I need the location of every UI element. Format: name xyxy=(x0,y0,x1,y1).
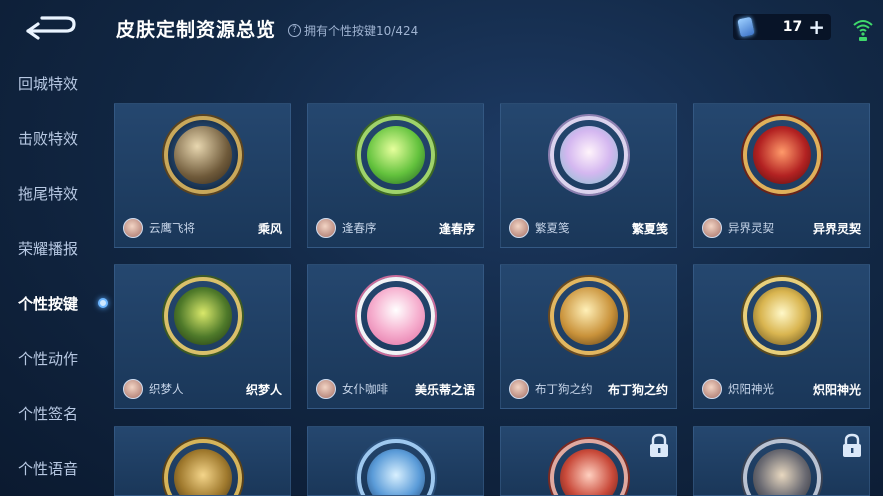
sun-emblem-icon xyxy=(742,277,821,355)
sidebar-item-custom-signature[interactable]: 个性签名 xyxy=(0,386,112,440)
skin-set-name: 织梦人 xyxy=(245,382,282,397)
dark-orb-icon xyxy=(742,439,821,495)
sidebar-item-label: 个性签名 xyxy=(18,404,79,423)
skin-set-name: 逢春序 xyxy=(438,221,475,236)
avatar xyxy=(509,379,529,399)
back-arrow-icon[interactable] xyxy=(22,12,78,42)
sidebar-item-custom-actions[interactable]: 个性动作 xyxy=(0,331,112,385)
hero-skin-name: 云鹰飞将 xyxy=(149,221,195,235)
sidebar-item-label: 荣耀播报 xyxy=(18,239,79,258)
skin-tile[interactable]: 布丁狗之约 布丁狗之约 xyxy=(500,264,677,409)
sidebar-item-custom-voice[interactable]: 个性语音 xyxy=(0,441,112,495)
lock-icon xyxy=(843,433,861,457)
page-title: 皮肤定制资源总览 xyxy=(116,19,277,41)
gold-ring-icon xyxy=(549,277,628,355)
skin-card-icon xyxy=(737,16,755,38)
skin-tile[interactable] xyxy=(693,426,870,496)
tile-footer: 云鹰飞将 乘风 xyxy=(115,209,290,247)
skin-set-name: 美乐蒂之语 xyxy=(414,382,475,397)
skin-tile[interactable]: 逢春序 逢春序 xyxy=(307,103,484,248)
avatar xyxy=(316,379,336,399)
currency-value: 17 xyxy=(782,19,803,35)
blue-blade-icon xyxy=(356,439,435,495)
sidebar-item-label: 拖尾特效 xyxy=(18,184,79,203)
avatar xyxy=(702,218,722,238)
skin-tile[interactable]: 炽阳神光 炽阳神光 xyxy=(693,264,870,409)
lock-icon xyxy=(650,433,668,457)
tile-footer: 炽阳神光 炽阳神光 xyxy=(694,370,869,408)
owned-text: 拥有个性按键10/424 xyxy=(304,24,419,38)
red-dragon-icon xyxy=(742,116,821,194)
hero-skin-name: 繁夏笺 xyxy=(535,221,570,235)
sidebar-item-trail-effect[interactable]: 拖尾特效 xyxy=(0,166,112,220)
avatar xyxy=(123,218,143,238)
currency-display: 17 + xyxy=(733,14,831,40)
pink-bunny-icon xyxy=(356,277,435,355)
tile-footer: 逢春序 逢春序 xyxy=(308,209,483,247)
skin-set-name: 炽阳神光 xyxy=(812,382,861,397)
avatar xyxy=(123,379,143,399)
skin-tile[interactable]: 女仆咖啡 美乐蒂之语 xyxy=(307,264,484,409)
hero-skin-name: 女仆咖啡 xyxy=(342,382,388,396)
help-icon[interactable]: ? xyxy=(288,24,301,37)
wifi-signal-icon xyxy=(853,20,873,41)
pastel-flower-icon xyxy=(549,116,628,194)
skin-tile[interactable]: 繁夏笺 繁夏笺 xyxy=(500,103,677,248)
avatar xyxy=(316,218,336,238)
skin-set-name: 异界灵契 xyxy=(812,221,861,236)
avatar xyxy=(702,379,722,399)
sidebar-item-glory-broadcast[interactable]: 荣耀播报 xyxy=(0,221,112,275)
sidebar-item-label: 个性动作 xyxy=(18,349,79,368)
skin-tile[interactable]: 异界灵契 异界灵契 xyxy=(693,103,870,248)
skin-tile[interactable] xyxy=(114,426,291,496)
active-indicator xyxy=(98,298,108,308)
skin-tile[interactable]: 云鹰飞将 乘风 xyxy=(114,103,291,248)
tile-footer: 女仆咖啡 美乐蒂之语 xyxy=(308,370,483,408)
tile-footer: 织梦人 织梦人 xyxy=(115,370,290,408)
skin-set-name: 布丁狗之约 xyxy=(607,382,668,397)
tile-footer: 繁夏笺 繁夏笺 xyxy=(501,209,676,247)
hero-skin-name: 炽阳神光 xyxy=(728,382,774,396)
hero-skin-name: 织梦人 xyxy=(149,382,184,396)
skin-set-name: 乘风 xyxy=(257,221,282,236)
sidebar-item-kill-effect[interactable]: 击败特效 xyxy=(0,111,112,165)
skin-tile[interactable] xyxy=(500,426,677,496)
sidebar-item-label: 击败特效 xyxy=(18,129,79,148)
owned-count: ? 拥有个性按键10/424 xyxy=(288,22,418,39)
gold-medal-icon xyxy=(163,439,242,495)
tile-footer: 布丁狗之约 布丁狗之约 xyxy=(501,370,676,408)
add-currency-button[interactable]: + xyxy=(808,17,825,37)
hero-skin-name: 布丁狗之约 xyxy=(535,382,593,396)
avatar xyxy=(509,218,529,238)
green-leaf-icon xyxy=(356,116,435,194)
tile-footer: 异界灵契 异界灵契 xyxy=(694,209,869,247)
sidebar: 回城特效 击败特效 拖尾特效 荣耀播报 个性按键 个性动作 个性签名 个性语音 xyxy=(0,56,112,496)
red-orb-icon xyxy=(549,439,628,495)
skin-set-name: 繁夏笺 xyxy=(631,221,668,236)
hero-skin-name: 逢春序 xyxy=(342,221,377,235)
golden-dragon-icon xyxy=(163,277,242,355)
skin-tile[interactable] xyxy=(307,426,484,496)
top-bar: 皮肤定制资源总览 ? 拥有个性按键10/424 17 + xyxy=(0,0,883,58)
sidebar-item-custom-buttons[interactable]: 个性按键 xyxy=(0,276,112,330)
sidebar-item-label: 个性按键 xyxy=(18,294,79,313)
sidebar-item-label: 个性语音 xyxy=(18,459,79,478)
hero-skin-name: 异界灵契 xyxy=(728,221,774,235)
skin-tile[interactable]: 织梦人 织梦人 xyxy=(114,264,291,409)
bronze-sword-icon xyxy=(163,116,242,194)
sidebar-item-recall-effect[interactable]: 回城特效 xyxy=(0,56,112,110)
sidebar-item-label: 回城特效 xyxy=(18,74,79,93)
